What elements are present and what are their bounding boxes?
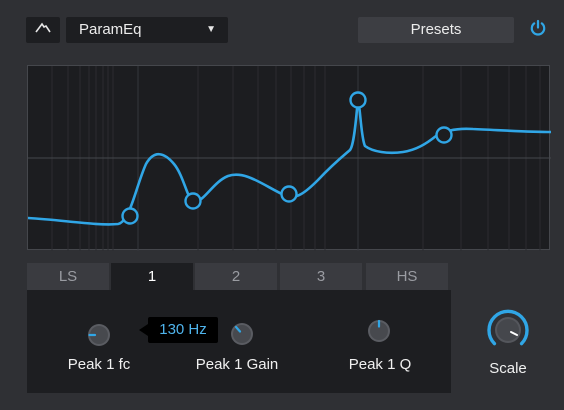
knob-group-q: Peak 1 Q [320,290,440,393]
eq-curve-svg [28,66,551,251]
tab-hs[interactable]: HS [366,263,448,290]
power-icon [529,19,547,42]
eq-curve-display[interactable] [27,65,551,251]
tooltip-arrow [139,324,148,336]
peak-1-fc-knob[interactable] [86,322,112,348]
presets-button[interactable]: Presets [358,17,514,43]
scale-control: Scale [468,300,548,390]
peak-1-fc-label: Peak 1 fc [67,356,131,373]
band-handle-3[interactable] [349,91,367,109]
band-handle-2[interactable] [280,185,298,203]
toolbar: ParamEq ▼ Presets [0,0,564,60]
power-button[interactable] [525,17,551,43]
tab-ls[interactable]: LS [27,263,109,290]
peak-1-q-knob[interactable] [366,318,392,344]
eq-type-button[interactable] [26,17,60,43]
tab-band-1[interactable]: 1 [111,263,193,291]
chevron-down-icon: ▼ [206,24,216,35]
value-tooltip: 130 Hz [148,317,218,343]
tab-band-3[interactable]: 3 [280,263,362,290]
preset-dropdown[interactable]: ParamEq ▼ [66,17,228,43]
band-handle-hs[interactable] [435,126,453,144]
band-handle-ls[interactable] [121,207,139,225]
curve-icon [35,21,51,39]
band-handle-1[interactable] [184,192,202,210]
tab-band-2[interactable]: 2 [195,263,277,290]
eq-response-curve [28,96,551,226]
band-parameters-panel: Peak 1 fc Peak 1 Gain Peak 1 Q [27,290,451,393]
preset-name: ParamEq [79,21,142,38]
knob-group-fc: Peak 1 fc [39,290,159,393]
scale-label: Scale [489,360,527,377]
scale-knob[interactable] [482,304,534,356]
peak-1-q-label: Peak 1 Q [348,356,412,373]
peak-1-gain-label: Peak 1 Gain [195,356,279,373]
peak-1-gain-knob[interactable] [229,321,255,347]
